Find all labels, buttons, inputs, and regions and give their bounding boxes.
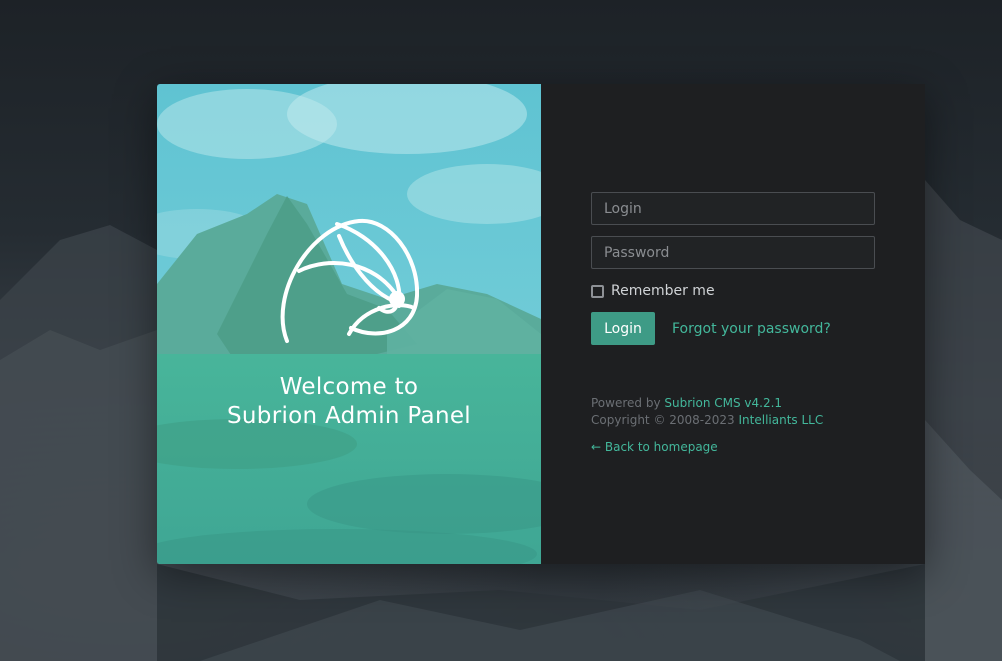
login-input[interactable] (591, 192, 875, 225)
copyright-line: Copyright © 2008-2023 Intelliants LLC (591, 412, 823, 429)
cms-version-link[interactable]: Subrion CMS v4.2.1 (664, 396, 782, 410)
login-card: Welcome to Subrion Admin Panel Remember … (157, 84, 925, 564)
remember-me-row[interactable]: Remember me (591, 283, 875, 299)
copyright-text: Copyright © 2008-2023 (591, 413, 735, 427)
back-to-homepage-link[interactable]: ← Back to homepage (591, 440, 718, 454)
powered-by-line: Powered by Subrion CMS v4.2.1 (591, 395, 823, 412)
subrion-logo-icon (280, 218, 419, 343)
footer-info: Powered by Subrion CMS v4.2.1 Copyright … (591, 395, 823, 429)
password-input[interactable] (591, 236, 875, 269)
welcome-line-1: Welcome to (279, 374, 419, 400)
powered-by-text: Powered by (591, 396, 661, 410)
welcome-line-2: Subrion Admin Panel (227, 403, 471, 429)
login-button[interactable]: Login (591, 312, 655, 345)
form-actions: Login Forgot your password? (591, 312, 875, 345)
login-form-panel: Remember me Login Forgot your password? … (541, 84, 925, 564)
remember-me-label[interactable]: Remember me (611, 283, 715, 299)
welcome-text: Welcome to Subrion Admin Panel (157, 373, 541, 431)
forgot-password-link[interactable]: Forgot your password? (672, 321, 831, 337)
login-form: Remember me Login Forgot your password? (591, 192, 875, 345)
brand-panel: Welcome to Subrion Admin Panel (157, 84, 541, 564)
company-link[interactable]: Intelliants LLC (739, 413, 824, 427)
remember-me-checkbox[interactable] (591, 284, 604, 298)
